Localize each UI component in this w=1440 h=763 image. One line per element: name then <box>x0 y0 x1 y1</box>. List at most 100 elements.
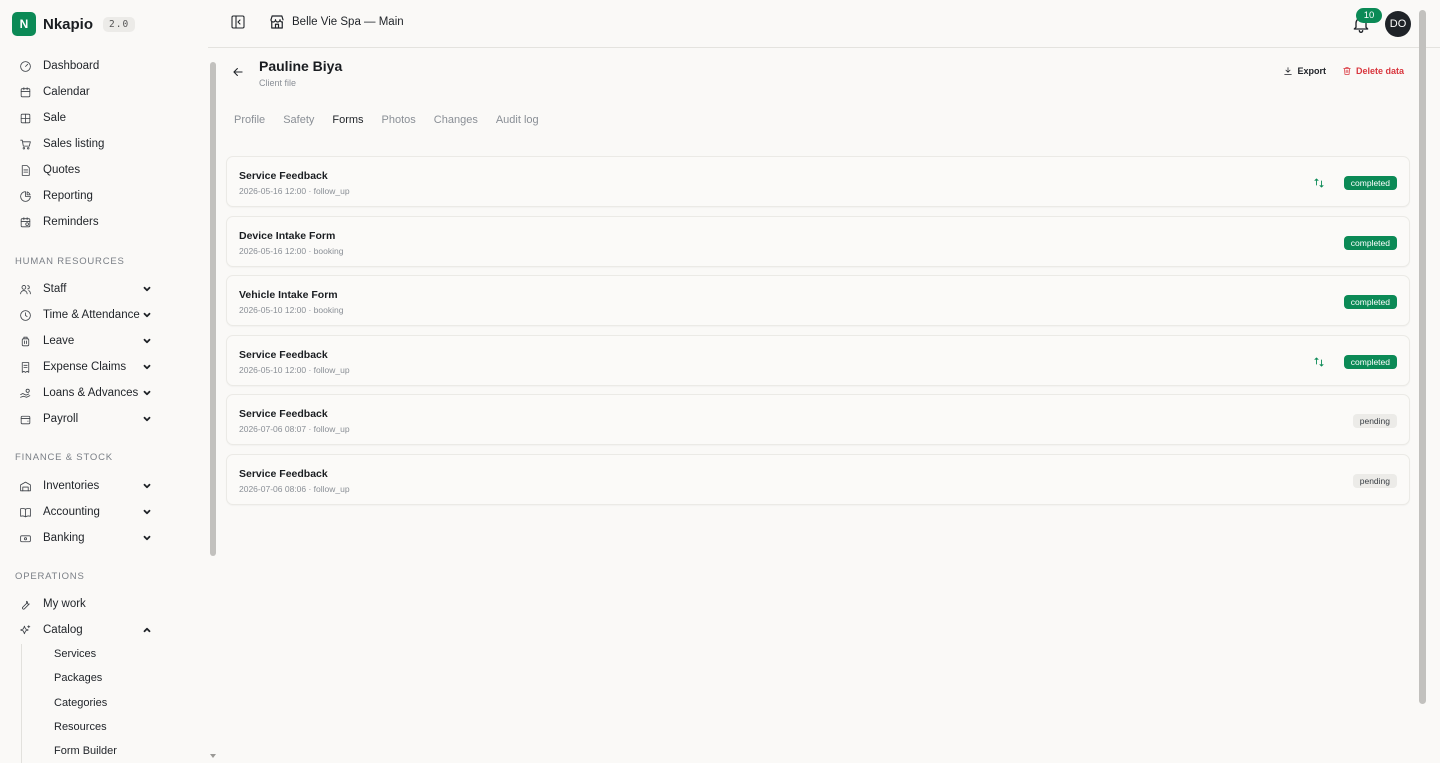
form-meta: 2026-05-16 12:00 · booking <box>239 245 344 256</box>
sidebar-item-sale[interactable]: Sale <box>14 107 152 129</box>
form-row[interactable]: Service Feedback 2026-05-10 12:00 · foll… <box>226 334 1410 386</box>
tab-audit-log[interactable]: Audit log <box>496 114 539 126</box>
sidebar-item-label: Catalog <box>43 624 83 636</box>
form-meta: 2026-05-10 12:00 · booking <box>239 305 344 315</box>
sidebar-item-label: Inventories <box>43 480 100 492</box>
header-actions: Export Delete data <box>1283 66 1404 76</box>
form-title: Vehicle Intake Form <box>239 289 338 301</box>
forms-list: Service Feedback 2026-05-16 12:00 · foll… <box>226 156 1410 513</box>
main-scrollbar[interactable] <box>1418 0 1427 763</box>
catalog-sub-form-builder[interactable]: Form Builder <box>54 742 117 760</box>
catalog-sub-services[interactable]: Services <box>54 645 96 663</box>
sidebar-item-label: Reporting <box>43 190 93 202</box>
section-label-operations: OPERATIONS <box>15 571 85 582</box>
cart-icon <box>18 137 32 151</box>
panel-toggle-icon[interactable] <box>230 14 246 30</box>
sidebar: N Nkapio 2.0 Dashboard Calendar Sale Sal… <box>0 0 208 763</box>
sparkles-icon <box>18 623 32 637</box>
back-arrow-icon[interactable] <box>231 65 245 79</box>
chevron-down-icon <box>142 310 152 320</box>
catalog-sub-packages[interactable]: Packages <box>54 669 102 687</box>
store-name: Belle Vie Spa — Main <box>292 16 404 28</box>
receipt-icon <box>18 360 32 374</box>
sidebar-item-dashboard[interactable]: Dashboard <box>14 55 152 77</box>
sidebar-item-label: Leave <box>43 335 75 347</box>
store-selector[interactable]: Belle Vie Spa — Main <box>268 13 404 31</box>
export-label: Export <box>1297 66 1326 76</box>
main-content: Pauline Biya Client file Export Delete d… <box>224 50 1414 763</box>
sidebar-item-label: Sales listing <box>43 138 105 150</box>
book-icon <box>18 505 32 519</box>
form-row[interactable]: Device Intake Form 2026-05-16 12:00 · bo… <box>226 215 1410 267</box>
form-row[interactable]: Service Feedback 2026-05-16 12:00 · foll… <box>226 156 1410 207</box>
sidebar-item-label: Time & Attendance <box>43 309 140 321</box>
chevron-up-icon <box>142 625 152 635</box>
sidebar-item-payroll[interactable]: Payroll <box>14 408 152 430</box>
wallet-icon <box>18 412 32 426</box>
sidebar-item-label: Expense Claims <box>43 361 127 373</box>
sidebar-item-sales-listing[interactable]: Sales listing <box>14 133 152 155</box>
catalog-sub-resources[interactable]: Resources <box>54 718 107 736</box>
sidebar-item-staff[interactable]: Staff <box>14 278 152 300</box>
sidebar-item-label: Accounting <box>43 506 100 518</box>
sidebar-scrollbar-thumb[interactable] <box>210 62 216 556</box>
tab-forms[interactable]: Forms <box>332 114 363 126</box>
calendar-clock-icon <box>18 215 32 229</box>
sidebar-item-label: Reminders <box>43 216 99 228</box>
catalog-sub-categories[interactable]: Categories <box>54 694 107 712</box>
chevron-down-icon <box>142 336 152 346</box>
sidebar-item-label: Calendar <box>43 86 90 98</box>
banknote-icon <box>18 531 32 545</box>
hand-coins-icon <box>18 386 32 400</box>
chevron-down-icon <box>142 388 152 398</box>
version-badge: 2.0 <box>103 16 136 32</box>
brand[interactable]: N Nkapio 2.0 <box>12 12 136 36</box>
sidebar-item-inventories[interactable]: Inventories <box>14 475 152 497</box>
chevron-down-icon <box>142 481 152 491</box>
tab-profile[interactable]: Profile <box>234 114 265 126</box>
topbar: Belle Vie Spa — Main 10 DO <box>208 0 1440 48</box>
form-title: Service Feedback <box>239 348 328 361</box>
form-row[interactable]: Service Feedback 2026-07-06 08:06 · foll… <box>226 453 1410 505</box>
users-icon <box>18 282 32 296</box>
section-label-finance: FINANCE & STOCK <box>15 452 113 463</box>
sidebar-scrollbar[interactable] <box>209 58 217 763</box>
sidebar-item-reporting[interactable]: Reporting <box>14 185 152 207</box>
sidebar-item-loans-advances[interactable]: Loans & Advances <box>14 382 152 404</box>
page-subtitle: Client file <box>259 78 297 88</box>
form-row[interactable]: Vehicle Intake Form 2026-05-10 12:00 · b… <box>226 275 1410 326</box>
download-icon <box>1284 67 1293 75</box>
sidebar-item-catalog[interactable]: Catalog <box>14 619 152 641</box>
sidebar-item-label: My work <box>43 598 86 610</box>
sidebar-item-banking[interactable]: Banking <box>14 527 152 549</box>
tab-changes[interactable]: Changes <box>434 114 478 126</box>
sidebar-item-reminders[interactable]: Reminders <box>14 211 152 233</box>
sidebar-item-leave[interactable]: Leave <box>14 330 152 352</box>
form-title: Device Intake Form <box>239 229 336 242</box>
sidebar-item-expense-claims[interactable]: Expense Claims <box>14 356 152 378</box>
delete-data-label: Delete data <box>1355 66 1404 76</box>
page-title: Pauline Biya <box>259 58 343 74</box>
document-icon <box>18 163 32 177</box>
avatar[interactable]: DO <box>1385 11 1411 37</box>
export-button[interactable]: Export <box>1283 66 1326 76</box>
sidebar-item-accounting[interactable]: Accounting <box>14 501 152 523</box>
sidebar-item-label: Quotes <box>43 164 81 176</box>
form-meta: 2026-07-06 08:07 · follow_up <box>239 424 350 434</box>
warehouse-icon <box>18 479 32 493</box>
sidebar-item-quotes[interactable]: Quotes <box>14 159 152 181</box>
main-scrollbar-thumb[interactable] <box>1419 10 1426 704</box>
sidebar-item-calendar[interactable]: Calendar <box>14 81 152 103</box>
pie-chart-icon <box>18 189 32 203</box>
tab-safety[interactable]: Safety <box>283 114 314 126</box>
delete-data-button[interactable]: Delete data <box>1342 66 1404 76</box>
clock-icon <box>18 308 32 322</box>
grid-icon <box>18 111 32 125</box>
scroll-down-arrow-icon[interactable] <box>209 753 217 759</box>
form-row[interactable]: Service Feedback 2026-07-06 08:07 · foll… <box>226 394 1410 445</box>
tab-photos[interactable]: Photos <box>382 114 416 126</box>
form-meta: 2026-05-16 12:00 · follow_up <box>239 186 350 196</box>
sidebar-item-my-work[interactable]: My work <box>14 593 152 615</box>
sidebar-item-time-attendance[interactable]: Time & Attendance <box>14 304 152 326</box>
luggage-icon <box>18 334 32 348</box>
